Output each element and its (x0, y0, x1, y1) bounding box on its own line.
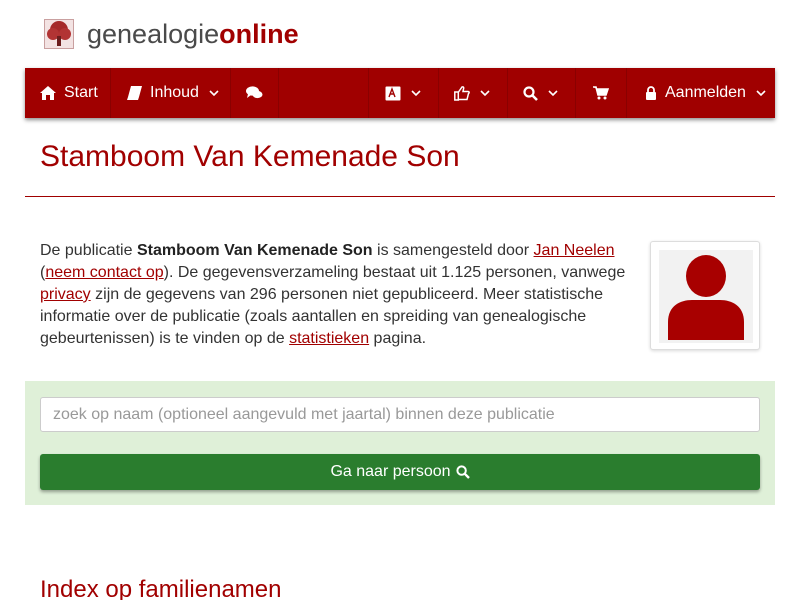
go-to-person-button[interactable]: Ga naar persoon (40, 454, 760, 490)
avatar-background (659, 250, 753, 343)
go-to-person-label: Ga naar persoon (330, 463, 451, 480)
chevron-down-icon (209, 89, 219, 96)
intro-text-1: De publicatie (40, 242, 137, 259)
site-name-part2: online (219, 18, 299, 49)
nav-content-label: Inhoud (150, 84, 199, 101)
language-icon (385, 86, 401, 100)
nav-spacer (279, 68, 369, 118)
publication-description: De publicatie Stamboom Van Kemenade Son … (40, 240, 630, 350)
search-icon (455, 465, 470, 479)
surnames-index-heading: Index op familienamen (40, 576, 282, 600)
intro-text-2: is samengesteld door (372, 242, 534, 259)
nav-start[interactable]: Start (25, 68, 111, 118)
chevron-down-icon (756, 89, 766, 96)
thumbs-up-icon (454, 85, 470, 101)
author-avatar (650, 241, 760, 350)
nav-login[interactable]: Aanmelden (627, 68, 775, 118)
lock-icon (646, 86, 656, 100)
privacy-link[interactable]: privacy (40, 286, 91, 303)
main-navbar: Start Inhoud Aanmelden (25, 68, 775, 118)
chevron-down-icon (480, 89, 490, 96)
intro-text-4: ). De gegevensverzameling bestaat uit 1.… (163, 264, 626, 281)
publication-name: Stamboom Van Kemenade Son (136, 242, 373, 259)
comments-icon (246, 86, 263, 99)
user-silhouette-icon (668, 254, 744, 340)
nav-content[interactable]: Inhoud (111, 68, 231, 118)
shopping-cart-icon (593, 86, 609, 100)
person-search-input[interactable] (40, 397, 760, 432)
site-name: genealogieonline (87, 18, 299, 49)
nav-social[interactable] (439, 68, 508, 118)
nav-language[interactable] (369, 68, 439, 118)
tree-icon (44, 19, 74, 49)
page-title: Stamboom Van Kemenade Son (40, 140, 460, 173)
home-icon (40, 86, 56, 100)
nav-login-label: Aanmelden (665, 84, 746, 101)
book-icon (127, 86, 142, 100)
nav-forum[interactable] (231, 68, 279, 118)
statistics-link[interactable]: statistieken (289, 330, 369, 347)
nav-start-label: Start (64, 84, 98, 101)
title-divider (25, 196, 775, 197)
site-name-part1: genealogie (87, 18, 220, 49)
site-logo[interactable]: genealogieonline (44, 16, 299, 52)
chevron-down-icon (548, 89, 558, 96)
author-link[interactable]: Jan Neelen (534, 242, 615, 259)
nav-shop[interactable] (576, 68, 627, 118)
contact-link[interactable]: neem contact op (45, 264, 163, 281)
person-search-panel: Ga naar persoon (25, 381, 775, 505)
search-icon (523, 85, 538, 101)
nav-search[interactable] (508, 68, 576, 118)
intro-text-6: pagina. (369, 330, 427, 347)
chevron-down-icon (411, 89, 421, 96)
